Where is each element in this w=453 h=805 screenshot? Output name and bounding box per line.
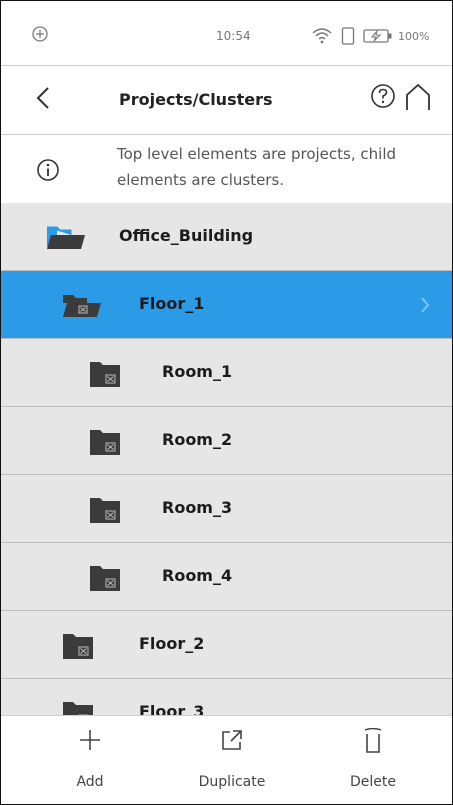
cluster-row[interactable]: Room_3 [1,475,452,543]
cluster-row[interactable]: Room_2 [1,407,452,475]
plus-icon [25,728,155,756]
info-banner: Top level elements are projects, child e… [1,135,452,203]
cluster-row[interactable]: Room_4 [1,543,452,611]
cluster-folder-icon [88,563,122,597]
status-time: 10:54 [216,29,251,43]
trash-icon [308,727,438,756]
cluster-row[interactable]: Floor_2 [1,611,452,679]
wifi-icon [311,26,333,48]
cluster-folder-icon [88,427,122,461]
cluster-folder-icon [61,631,95,665]
home-icon[interactable] [405,83,431,115]
info-text: Top level elements are projects, child e… [117,145,397,189]
cluster-folder-icon [88,495,122,529]
row-label: Room_2 [162,430,233,449]
info-icon [36,158,60,186]
add-button[interactable]: Add [25,716,155,804]
chevron-right-icon [419,295,431,319]
delete-label: Delete [350,774,396,790]
cluster-row[interactable]: Floor_1 [1,271,452,339]
row-label: Room_4 [162,566,233,585]
row-label: Room_3 [162,498,233,517]
page-title: Projects/Clusters [119,90,273,109]
help-icon[interactable] [370,83,396,113]
duplicate-icon [167,728,297,756]
cluster-folder-icon [61,699,95,715]
row-label: Office_Building [119,226,254,245]
row-label: Floor_3 [139,702,205,715]
battery-charging-icon [363,28,393,47]
cluster-row[interactable]: Room_1 [1,339,452,407]
project-row[interactable]: Office_Building [1,203,452,271]
app-header: Projects/Clusters [1,66,452,134]
open-cluster-folder-icon [61,291,103,323]
location-icon [31,25,49,47]
row-label: Floor_2 [139,634,205,653]
row-label: Floor_1 [139,294,205,313]
phone-icon [341,27,355,49]
app-frame: 10:54 100% Projects/Clusters Top level e… [0,0,453,805]
back-icon[interactable] [35,86,51,114]
row-label: Room_1 [162,362,233,381]
status-bar: 10:54 100% [1,1,452,65]
cluster-row[interactable]: Floor_3 [1,679,452,715]
project-cluster-list: Office_Building Floor_1 Room_1 Room_2 Room_3… [1,203,452,715]
duplicate-button[interactable]: Duplicate [167,716,297,804]
battery-percent: 100% [398,30,430,43]
bottom-toolbar: Add Duplicate Delete [1,715,452,804]
cluster-folder-icon [88,359,122,393]
add-label: Add [76,774,104,790]
duplicate-label: Duplicate [198,774,266,790]
delete-button[interactable]: Delete [308,716,438,804]
open-folder-icon [45,223,87,255]
